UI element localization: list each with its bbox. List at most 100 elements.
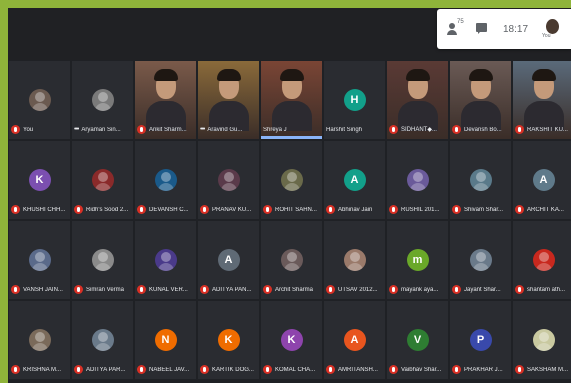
name-row: shantam ath... xyxy=(515,284,571,295)
name-row: KRISHNA M... xyxy=(11,364,68,375)
participant-name: NABEEL JAV... xyxy=(149,366,190,373)
participant-tile[interactable]: DEVANSH C... xyxy=(134,140,197,220)
name-row: SIDHANT◆... xyxy=(389,124,446,135)
participant-name: DEVANSH C... xyxy=(149,206,189,213)
participant-name: PRANAV KU... xyxy=(212,206,252,213)
participant-tile[interactable]: shantam ath... xyxy=(512,220,571,300)
participant-tile[interactable]: UTSAV 2012... xyxy=(323,220,386,300)
participant-tile[interactable]: K KHUSHI CHH... xyxy=(8,140,71,220)
name-row: ROHIT SAHN... xyxy=(263,204,320,215)
participant-hair xyxy=(468,69,493,81)
name-row: Shreya J xyxy=(263,124,320,135)
participant-count: 75 xyxy=(457,19,464,25)
participant-tile[interactable]: A Abhinav Jain xyxy=(323,140,386,220)
self-avatar[interactable]: You xyxy=(542,19,562,39)
participant-tile[interactable]: ••• Aravind Gu... xyxy=(197,60,260,140)
participant-tile[interactable]: K KOMAL CHA... xyxy=(260,300,323,380)
participant-tile[interactable]: Shivam Shar... xyxy=(449,140,512,220)
participant-tile[interactable]: PRANAV KU... xyxy=(197,140,260,220)
letter-avatar: A xyxy=(532,169,555,191)
participant-name: ADITYA PAN... xyxy=(212,286,252,293)
participant-tile[interactable]: Devansh Bo... xyxy=(449,60,512,140)
mic-off-icon xyxy=(452,205,461,214)
avatar xyxy=(532,249,555,271)
participant-name: AMRITANSH... xyxy=(338,366,378,373)
chat-icon[interactable] xyxy=(475,22,489,36)
participant-tile[interactable]: KRISHNA M... xyxy=(8,300,71,380)
avatar xyxy=(469,169,492,191)
participant-tile[interactable]: H Harshit Singh xyxy=(323,60,386,140)
participant-tile[interactable]: A ARCHIT KA... xyxy=(512,140,571,220)
participant-name: Archit Sharma xyxy=(275,286,314,293)
avatar xyxy=(154,169,177,191)
participant-name: KRISHNA M... xyxy=(23,366,62,373)
self-avatar-image xyxy=(546,19,560,34)
mic-off-icon xyxy=(515,125,524,134)
participant-tile[interactable]: Shreya J xyxy=(260,60,323,140)
top-bar: 75 18:17 You xyxy=(8,8,571,60)
name-row: KARTIK DOG... xyxy=(200,364,257,375)
name-row: DEVANSH C... xyxy=(137,204,194,215)
mic-off-icon xyxy=(137,205,146,214)
participant-name: Devansh Bo... xyxy=(464,126,502,133)
participant-name: KHUSHI CHH... xyxy=(23,206,66,213)
letter-avatar: K xyxy=(280,329,303,351)
participant-tile[interactable]: Jayant Shar... xyxy=(449,220,512,300)
participant-tile[interactable]: Ridh's Sood 2... xyxy=(71,140,134,220)
participant-tile[interactable]: KUNAL VER... xyxy=(134,220,197,300)
letter-avatar: H xyxy=(343,89,366,111)
mic-off-icon xyxy=(263,205,272,214)
mic-off-icon xyxy=(389,205,398,214)
participant-tile[interactable]: A AMRITANSH... xyxy=(323,300,386,380)
participant-tile[interactable]: You xyxy=(8,60,71,140)
clock-time: 18:17 xyxy=(503,23,529,35)
name-row: ••• Aravind Gu... xyxy=(200,124,257,135)
participant-tile[interactable]: RUSHIL 201... xyxy=(386,140,449,220)
participant-tile[interactable]: V Vaibhav Shar... xyxy=(386,300,449,380)
participant-tile[interactable]: RAKSHIT KU... xyxy=(512,60,571,140)
participant-tile[interactable]: ADITYA PAR... xyxy=(71,300,134,380)
avatar xyxy=(28,329,51,351)
mic-off-icon xyxy=(389,365,398,374)
more-options-icon[interactable]: ••• xyxy=(200,125,205,134)
participant-tile[interactable]: A ADITYA PAN... xyxy=(197,220,260,300)
letter-avatar: m xyxy=(406,249,429,271)
mic-off-icon xyxy=(200,205,209,214)
status-panel: 75 18:17 You xyxy=(437,9,571,49)
participant-hair xyxy=(405,69,430,81)
avatar xyxy=(280,249,303,271)
participant-tile[interactable]: N NABEEL JAV... xyxy=(134,300,197,380)
more-options-icon[interactable]: ••• xyxy=(74,125,79,134)
participant-tile[interactable]: P PRAKHAR J... xyxy=(449,300,512,380)
participant-tile[interactable]: SAKSHAM M... xyxy=(512,300,571,380)
letter-avatar: K xyxy=(28,169,51,191)
name-row: KUNAL VER... xyxy=(137,284,194,295)
mic-off-icon xyxy=(452,125,461,134)
mic-off-icon xyxy=(515,365,524,374)
name-row: UTSAV 2012... xyxy=(326,284,383,295)
mic-off-icon xyxy=(452,365,461,374)
name-row: ADITYA PAN... xyxy=(200,284,257,295)
letter-avatar: N xyxy=(154,329,177,351)
avatar xyxy=(91,89,114,111)
participant-tile[interactable]: VANSH JAIN... xyxy=(8,220,71,300)
participant-tile[interactable]: Simran Verma xyxy=(71,220,134,300)
participant-tile[interactable]: K KARTIK DOG... xyxy=(197,300,260,380)
participant-tile[interactable]: Ankit Sharm... xyxy=(134,60,197,140)
participant-tile[interactable]: Archit Sharma xyxy=(260,220,323,300)
participant-name: Shreya J xyxy=(263,126,287,133)
people-icon[interactable]: 75 xyxy=(447,19,464,36)
mic-off-icon xyxy=(200,365,209,374)
participant-tile[interactable]: ••• Aryaman Sin... xyxy=(71,60,134,140)
participant-name: mayank aya... xyxy=(401,286,439,293)
participant-tile[interactable]: m mayank aya... xyxy=(386,220,449,300)
name-row: Shivam Shar... xyxy=(452,204,509,215)
name-row: RAKSHIT KU... xyxy=(515,124,571,135)
avatar xyxy=(406,169,429,191)
letter-avatar: A xyxy=(343,329,366,351)
participant-name: KARTIK DOG... xyxy=(212,366,254,373)
participant-tile[interactable]: SIDHANT◆... xyxy=(386,60,449,140)
participant-tile[interactable]: ROHIT SAHN... xyxy=(260,140,323,220)
mic-off-icon xyxy=(74,285,83,294)
participant-hair xyxy=(531,69,556,81)
